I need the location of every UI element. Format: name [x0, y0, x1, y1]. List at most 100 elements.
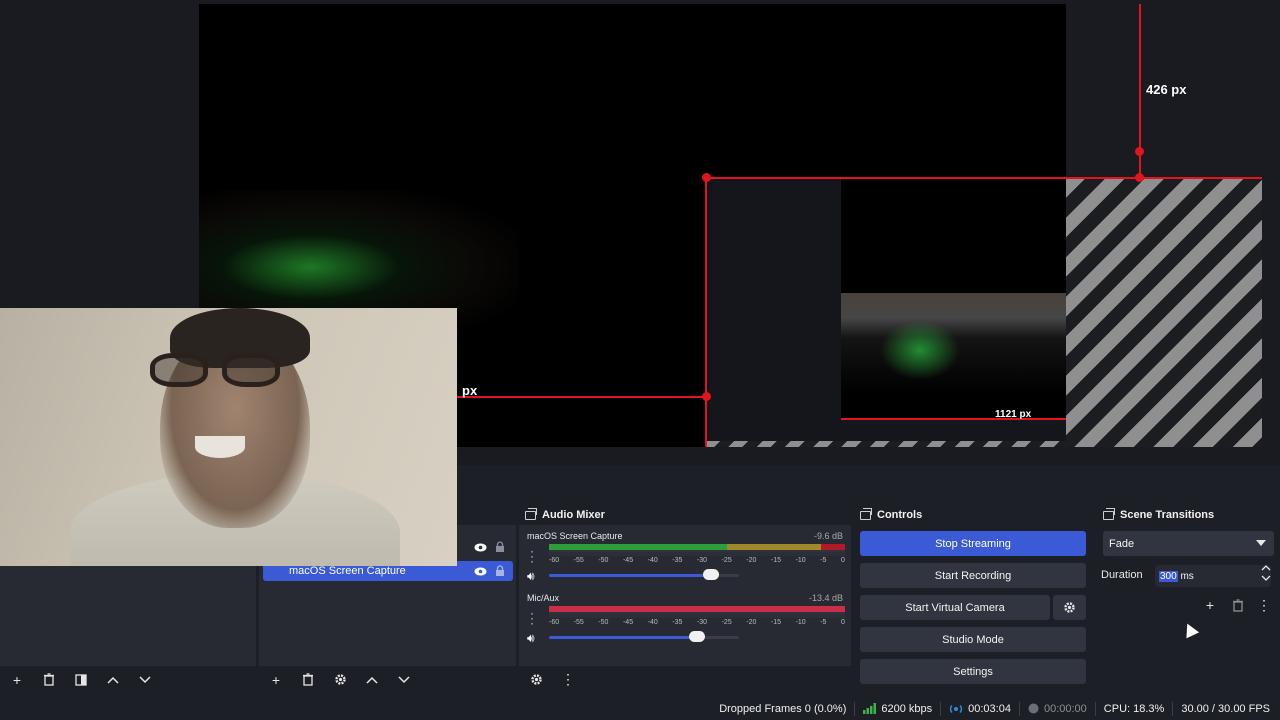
dock-float-icon[interactable]: [525, 507, 537, 520]
dropped-frames: Dropped Frames 0 (0.0%): [719, 702, 847, 715]
scene-filters-button[interactable]: [72, 671, 90, 689]
remove-scene-button[interactable]: [40, 671, 58, 689]
meter-tick-label: -50: [598, 557, 609, 564]
status-separator: [1018, 701, 1020, 716]
channel-menu-icon[interactable]: · · ·: [530, 607, 534, 629]
mixer-channel: macOS Screen Capture -9.6 dB · · · -60 -55 -…: [525, 531, 845, 587]
virtual-camera-gear-icon[interactable]: [1053, 595, 1086, 620]
transition-menu-icon[interactable]: ⋮: [1255, 596, 1273, 614]
meter-track: [549, 612, 845, 614]
dock-float-icon[interactable]: [860, 507, 872, 520]
move-scene-down-icon[interactable]: [136, 671, 154, 689]
speaker-icon[interactable]: 🔊︎: [527, 569, 535, 584]
volume-meter: [549, 544, 845, 556]
meter-tick-label: -10: [795, 619, 806, 626]
meter-tick-label: -60: [549, 557, 560, 564]
add-transition-button[interactable]: +: [1201, 596, 1219, 614]
channel-menu-icon[interactable]: · · ·: [530, 545, 534, 567]
measure-top-label: 426 px: [1146, 82, 1187, 97]
scene-transitions-dock: Scene Transitions Fade Duration 300 ms +…: [1097, 505, 1280, 693]
guide-horizontal-left: [457, 396, 706, 398]
scene-transitions-header: Scene Transitions: [1097, 505, 1280, 525]
mixer-menu-icon[interactable]: ⋮: [559, 671, 577, 689]
transition-selected: Fade: [1109, 537, 1135, 550]
eye-icon[interactable]: [473, 564, 487, 578]
studio-mode-button[interactable]: Studio Mode: [860, 627, 1086, 652]
cpu-usage: CPU: 18.3%: [1103, 702, 1165, 715]
status-separator: [854, 701, 856, 716]
webcam-glasses: [150, 353, 290, 389]
guide-handle-top[interactable]: [1135, 147, 1144, 156]
stop-streaming-button[interactable]: Stop Streaming: [860, 531, 1086, 556]
status-separator: [1172, 701, 1174, 716]
fps: 30.00 / 30.00 FPS: [1181, 702, 1270, 715]
settings-button[interactable]: Settings: [860, 659, 1086, 684]
guide-left-edge: [705, 178, 707, 447]
volume-meter: [549, 606, 845, 618]
duration-spinner[interactable]: [1260, 563, 1272, 585]
source-properties-gear-icon[interactable]: [331, 671, 349, 689]
stream-time-item: 00:03:04: [949, 703, 1011, 715]
volume-slider-fill[interactable]: [549, 574, 711, 577]
webcam-mouth: [195, 436, 245, 458]
chevron-down-icon: [1256, 540, 1266, 546]
guide-handle-corner-left[interactable]: [702, 173, 711, 182]
meter-tick-label: -50: [598, 619, 609, 626]
volume-slider-knob[interactable]: [689, 631, 706, 642]
controls-title: Controls: [877, 509, 923, 521]
meter-tick-label: -45: [622, 619, 634, 626]
meter-tick-label: -55: [573, 619, 584, 626]
record-time-item: 00:00:00: [1028, 703, 1087, 715]
advanced-audio-gear-icon[interactable]: [527, 671, 545, 689]
dock-float-icon[interactable]: [1103, 507, 1115, 520]
remove-transition-button[interactable]: [1229, 596, 1247, 614]
channel-db: -13.4 dB: [808, 593, 843, 603]
remove-source-button[interactable]: [299, 671, 317, 689]
audio-mixer-footer: ⋮: [519, 666, 851, 693]
meter-level-yellow: [726, 544, 822, 550]
add-source-button[interactable]: +: [267, 671, 285, 689]
start-recording-button[interactable]: Start Recording: [860, 563, 1086, 588]
start-virtual-camera-button[interactable]: Start Virtual Camera: [860, 595, 1050, 620]
add-scene-button[interactable]: +: [8, 671, 26, 689]
meter-tick-label: -40: [647, 619, 658, 626]
meter-tick-label: -40: [647, 557, 658, 564]
lock-icon[interactable]: [493, 564, 507, 578]
meter-tick-label: -25: [721, 619, 732, 626]
volume-slider-knob[interactable]: [702, 569, 719, 580]
chevron-down-icon: [1261, 575, 1271, 581]
duration-input[interactable]: 300 ms: [1155, 565, 1271, 587]
guide-top-edge: [706, 177, 1262, 179]
volume-slider-fill[interactable]: [549, 636, 698, 639]
guide-handle-corner-right[interactable]: [1135, 173, 1144, 182]
meter-tick-label: -45: [622, 557, 634, 564]
guide-handle-left[interactable]: [702, 392, 711, 401]
bitrate-item: 6200 kbps: [863, 703, 932, 715]
streaming-icon: [950, 704, 963, 713]
duration-unit: ms: [1180, 570, 1194, 582]
sources-footer: +: [259, 666, 516, 693]
lock-icon[interactable]: [493, 540, 507, 554]
channel-db: -9.6 dB: [813, 531, 843, 541]
record-time: 00:00:00: [1043, 702, 1087, 715]
channel-name: macOS Screen Capture: [527, 531, 623, 541]
audio-mixer-title: Audio Mixer: [542, 509, 605, 521]
meter-tick-label: -30: [696, 557, 708, 564]
move-source-down-icon[interactable]: [395, 671, 413, 689]
duration-value: 300: [1159, 570, 1178, 582]
mixer-channel: Mic/Aux -13.4 dB · · · -60 -55 -50 -45 -40 -35-…: [525, 593, 845, 649]
obs-window: 426 px px 1121 px + macOS Screen Capture…: [0, 0, 1280, 720]
move-source-up-icon[interactable]: [363, 671, 381, 689]
eye-icon[interactable]: [473, 540, 487, 554]
meter-ticks: -60 -55 -50 -45 -40 -35 -30 -25 -20 -15 -10 -5 0: [549, 619, 845, 629]
measure-left-label: px: [462, 383, 478, 398]
speaker-icon[interactable]: 🔊︎: [527, 631, 535, 646]
meter-tick-label: -15: [770, 619, 782, 626]
meter-tick-label: -35: [672, 557, 683, 564]
meter-tick-label: -25: [721, 557, 732, 564]
transition-select[interactable]: Fade: [1103, 531, 1274, 556]
meter-tick-label: -55: [573, 557, 584, 564]
move-scene-up-icon[interactable]: [104, 671, 122, 689]
stream-time: 00:03:04: [968, 702, 1011, 715]
scene-transitions-title: Scene Transitions: [1120, 509, 1215, 521]
